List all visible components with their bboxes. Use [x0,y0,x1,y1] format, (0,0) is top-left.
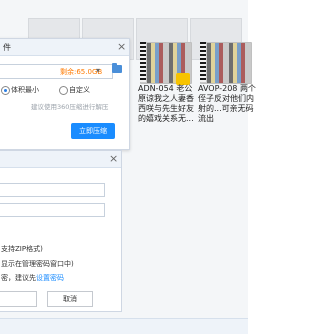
dialog-header: × [0,151,121,168]
format-note: 支持ZIP格式) [1,245,43,253]
taskbar-strip [0,318,248,334]
file-tile-avop[interactable]: AVOP-208 两个侄子反对他们内射的...可亲无码流出 [198,40,256,126]
password-tip: 密，建议先设置密码 [1,273,64,283]
password-confirm-field[interactable] [0,203,105,217]
password-dialog: × 支持ZIP格式) 显示在管理密码窗口中) 密，建议先设置密码 取消 [0,150,122,312]
cancel-button[interactable]: 取消 [47,291,93,307]
close-icon[interactable]: × [109,152,118,165]
film-strip-icon [200,42,206,82]
password-field[interactable] [0,183,105,197]
file-name: ADN-054 老公原谅我之人妻香西咲与先生好友的嬉戏关系无... [138,84,194,123]
set-password-link[interactable]: 设置密码 [36,274,64,282]
radio-label-custom: 自定义 [69,86,90,94]
radio-option-custom[interactable] [59,86,68,95]
compress-now-button[interactable]: 立即压缩 [71,123,115,139]
file-tile-adn[interactable]: ADN-054 老公原谅我之人妻香西咲与先生好友的嬉戏关系无... [138,40,194,126]
confirm-button[interactable] [0,291,37,307]
password-tip-prefix: 密，建议先 [1,274,36,282]
display-note: 显示在管理密码窗口中) [1,260,74,268]
folder-icon[interactable] [112,65,122,73]
video-thumbnail [200,42,252,84]
radio-option-size[interactable] [1,86,10,95]
dialog-header: 件 × [0,39,129,56]
chevron-down-icon[interactable]: ▾ [96,66,100,75]
dialog-title: 件 [3,43,11,52]
output-path-field[interactable]: 剩余:65.0GB ▾ [0,64,113,79]
film-strip-icon [140,42,146,82]
file-name: AVOP-208 两个侄子反对他们内射的...可亲无码流出 [198,84,256,123]
close-icon[interactable]: × [117,40,126,53]
radio-label-size: 体积最小 [11,86,39,94]
compress-dialog: 件 × 剩余:65.0GB ▾ 体积最小 自定义 建议使用360压缩进行解压 立… [0,38,130,150]
compression-hint: 建议使用360压缩进行解压 [31,103,109,111]
